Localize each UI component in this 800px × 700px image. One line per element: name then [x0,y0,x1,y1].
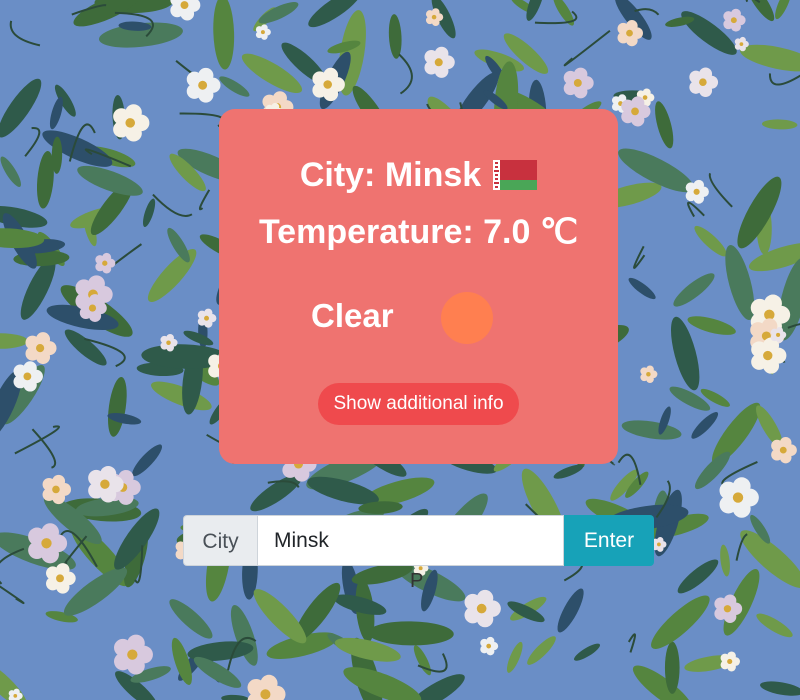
temperature: Temperature: 7.0 ℃ [219,210,618,255]
city-label: City [183,515,257,566]
city-row: City: Minsk [219,155,618,195]
city-input[interactable] [257,515,564,566]
temperature-value: Temperature: 7.0 [258,213,531,251]
city-search: City Enter [183,515,654,566]
condition-row: Clear [219,292,618,344]
enter-button[interactable]: Enter [564,515,654,566]
weather-card: City: Minsk Temperature: 7.0 ℃ Clear Sho… [219,109,618,464]
city-name: City: Minsk [299,156,482,194]
stray-text: P [410,570,424,592]
condition-text: Clear [311,297,394,334]
temperature-unit: ℃ [539,214,579,251]
belarus-flag-icon [493,160,538,190]
show-additional-info-button[interactable]: Show additional info [318,383,519,425]
sun-icon [441,292,493,344]
